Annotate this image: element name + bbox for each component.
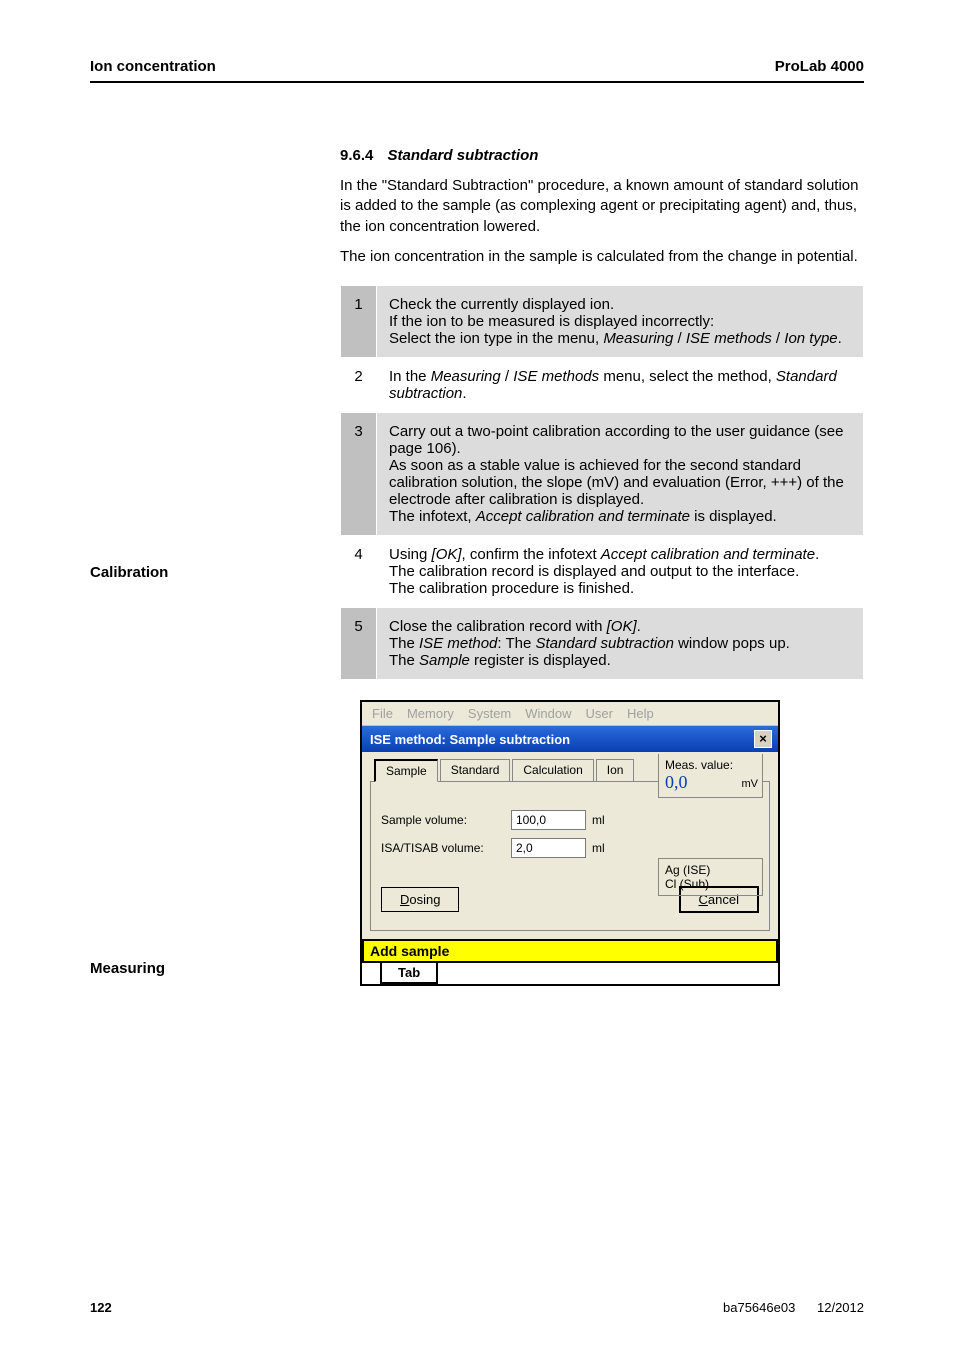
header-left: Ion concentration <box>90 58 216 75</box>
status-bar: Add sample <box>362 939 778 963</box>
para-1: In the "Standard Subtraction" procedure,… <box>340 176 864 237</box>
step-text: In the Measuring / ISE methods menu, sel… <box>377 358 864 413</box>
side-label-calibration: Calibration <box>90 564 290 581</box>
table-row: 4 Using [OK], confirm the infotext Accep… <box>341 536 864 608</box>
tab-ion[interactable]: Ion <box>596 759 635 782</box>
step-text: Close the calibration record with [OK].T… <box>377 608 864 680</box>
menu-user[interactable]: User <box>586 706 613 721</box>
menu-memory[interactable]: Memory <box>407 706 454 721</box>
meas-unit: mV <box>742 778 759 790</box>
menu-help[interactable]: Help <box>627 706 654 721</box>
meas-label: Meas. value: <box>665 758 758 772</box>
dialog-title: ISE method: Sample subtraction <box>370 732 570 747</box>
step-num: 4 <box>341 536 377 608</box>
dialog-screenshot: File Memory System Window User Help ISE … <box>360 700 864 986</box>
menu-system[interactable]: System <box>468 706 511 721</box>
tab-calculation[interactable]: Calculation <box>512 759 593 782</box>
menu-file[interactable]: File <box>372 706 393 721</box>
side-label-measuring: Measuring <box>90 960 290 977</box>
dosing-button[interactable]: Dosing <box>381 887 459 912</box>
step-text: Check the currently displayed ion.If the… <box>377 286 864 358</box>
sensor-line2: Cl (Sub) <box>665 877 758 891</box>
step-text: Using [OK], confirm the infotext Accept … <box>377 536 864 608</box>
doc-date: 12/2012 <box>817 1300 864 1315</box>
table-row: 1 Check the currently displayed ion.If t… <box>341 286 864 358</box>
isa-volume-input[interactable] <box>511 838 586 858</box>
sample-volume-unit: ml <box>592 813 605 827</box>
menubar: File Memory System Window User Help <box>362 702 778 726</box>
step-num: 2 <box>341 358 377 413</box>
page-number: 122 <box>90 1300 112 1315</box>
page-header: Ion concentration ProLab 4000 <box>90 58 864 83</box>
section-title: Standard subtraction <box>388 147 539 164</box>
isa-volume-unit: ml <box>592 841 605 855</box>
table-row: 5 Close the calibration record with [OK]… <box>341 608 864 680</box>
meas-value-box: Meas. value: 0,0 mV <box>658 754 763 798</box>
table-row: 3 Carry out a two-point calibration acco… <box>341 413 864 536</box>
tab-standard[interactable]: Standard <box>440 759 511 782</box>
sample-volume-label: Sample volume: <box>381 813 511 827</box>
page-footer: 122 ba75646e03 12/2012 <box>90 1300 864 1315</box>
section-heading: 9.6.4 Standard subtraction <box>340 147 864 164</box>
step-text: Carry out a two-point calibration accord… <box>377 413 864 536</box>
steps-table: 1 Check the currently displayed ion.If t… <box>340 285 864 680</box>
menu-window[interactable]: Window <box>525 706 571 721</box>
step-num: 5 <box>341 608 377 680</box>
table-row: 2 In the Measuring / ISE methods menu, s… <box>341 358 864 413</box>
close-icon[interactable]: × <box>754 730 772 748</box>
doc-id: ba75646e03 <box>723 1300 795 1315</box>
header-right: ProLab 4000 <box>775 58 864 75</box>
step-num: 1 <box>341 286 377 358</box>
bottom-tab[interactable]: Tab <box>380 963 438 984</box>
tab-sample[interactable]: Sample <box>374 759 438 782</box>
isa-volume-label: ISA/TISAB volume: <box>381 841 511 855</box>
sensor-line1: Ag (ISE) <box>665 863 758 877</box>
section-number: 9.6.4 <box>340 147 373 164</box>
step-num: 3 <box>341 413 377 536</box>
meas-value: 0,0 <box>665 772 688 792</box>
para-2: The ion concentration in the sample is c… <box>340 247 864 267</box>
sensor-box: Ag (ISE) Cl (Sub) <box>658 858 763 896</box>
sample-volume-input[interactable] <box>511 810 586 830</box>
titlebar: ISE method: Sample subtraction × <box>362 726 778 752</box>
